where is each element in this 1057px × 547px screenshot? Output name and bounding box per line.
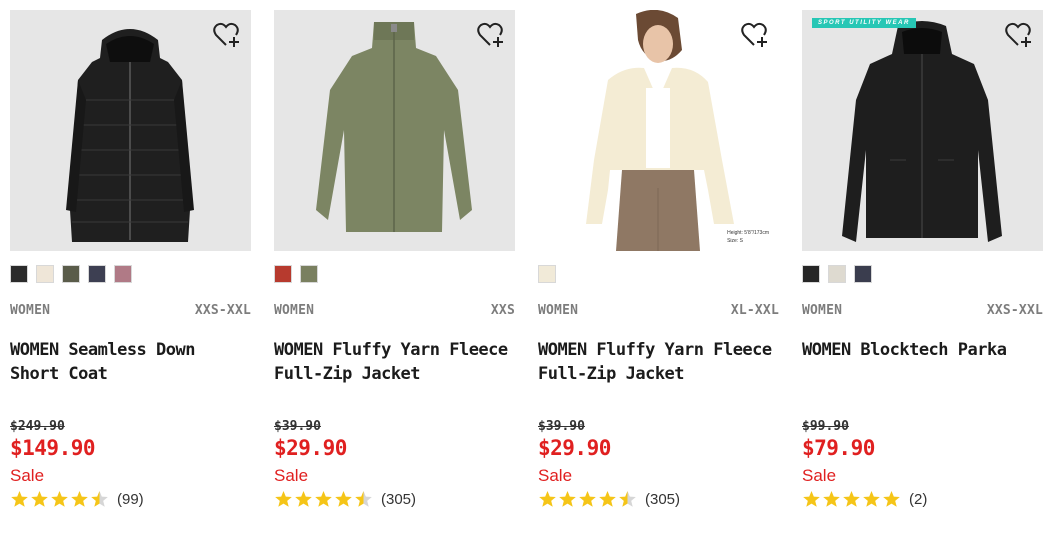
- gender-label: WOMEN: [10, 303, 51, 318]
- sale-label: Sale: [274, 466, 309, 485]
- heart-plus-icon[interactable]: [477, 22, 505, 48]
- review-count[interactable]: (305): [645, 491, 680, 508]
- star-icon: [275, 491, 292, 507]
- size-range: XXS-XXL: [986, 303, 1043, 318]
- color-swatch[interactable]: [10, 265, 28, 283]
- star-icon: [31, 491, 48, 507]
- color-swatches: [274, 265, 515, 283]
- rating-stars: [10, 490, 109, 509]
- color-swatch[interactable]: [36, 265, 54, 283]
- model-height: Height: 5'8"/173cm: [727, 230, 769, 236]
- star-icon: [539, 491, 556, 507]
- color-swatches: [802, 265, 1043, 283]
- size-range: XL-XXL: [730, 303, 779, 318]
- sport-utility-badge: SPORT UTILITY WEAR: [812, 18, 916, 28]
- sale-price: $29.90: [274, 436, 347, 460]
- rating-stars: [274, 490, 373, 509]
- heart-plus-icon[interactable]: [213, 22, 241, 48]
- product-image[interactable]: SPORT UTILITY WEAR: [802, 10, 1043, 251]
- color-swatch[interactable]: [802, 265, 820, 283]
- color-swatch[interactable]: [88, 265, 106, 283]
- size-range: XXS-XXL: [194, 303, 251, 318]
- product-meta: WOMEN XXS-XXL: [802, 303, 1043, 318]
- product-name[interactable]: WOMEN Fluffy Yarn Fleece Full-Zip Jacket: [274, 338, 515, 410]
- color-swatch[interactable]: [300, 265, 318, 283]
- product-rating: (305): [274, 490, 515, 509]
- color-swatch[interactable]: [828, 265, 846, 283]
- star-icon: [843, 491, 860, 507]
- color-swatch[interactable]: [62, 265, 80, 283]
- product-image[interactable]: Height: 5'8"/173cm Size: S: [538, 10, 779, 251]
- star-icon: [295, 491, 312, 507]
- star-icon: [51, 491, 68, 507]
- color-swatches: [538, 265, 779, 283]
- product-name[interactable]: WOMEN Seamless Down Short Coat: [10, 338, 251, 410]
- product-name-line: Full-Zip Jacket: [538, 364, 685, 384]
- original-price: $39.90: [274, 419, 321, 434]
- color-swatch[interactable]: [538, 265, 556, 283]
- product-image[interactable]: [274, 10, 515, 251]
- sale-label: Sale: [802, 466, 837, 485]
- rating-stars: [802, 490, 901, 509]
- sale-price: $79.90: [802, 436, 875, 460]
- product-name-line: Full-Zip Jacket: [274, 364, 421, 384]
- product-card[interactable]: Height: 5'8"/173cm Size: S WOMEN XL-XXL …: [538, 10, 779, 540]
- product-name-line: WOMEN Seamless Down: [10, 340, 195, 360]
- star-icon: [883, 491, 900, 507]
- model-size-note: Height: 5'8"/173cm Size: S: [727, 229, 769, 245]
- star-icon: [11, 491, 28, 507]
- star-icon: [579, 491, 596, 507]
- product-rating: (305): [538, 490, 779, 509]
- product-meta: WOMEN XL-XXL: [538, 303, 779, 318]
- heart-plus-icon[interactable]: [741, 22, 769, 48]
- product-rating: (2): [802, 490, 1043, 509]
- star-icon: [335, 491, 352, 507]
- star-icon: [823, 491, 840, 507]
- color-swatches: [10, 265, 251, 283]
- product-meta: WOMEN XXS-XXL: [10, 303, 251, 318]
- product-name-line: WOMEN Fluffy Yarn Fleece: [538, 340, 772, 360]
- sale-price: $29.90: [538, 436, 611, 460]
- heart-plus-icon[interactable]: [1005, 22, 1033, 48]
- color-swatch[interactable]: [854, 265, 872, 283]
- review-count[interactable]: (99): [117, 491, 144, 508]
- product-name-line: WOMEN Blocktech Parka: [802, 340, 1007, 360]
- product-name-line: Short Coat: [10, 364, 108, 384]
- product-card[interactable]: SPORT UTILITY WEAR WOMEN XXS-XXL WOMEN B…: [802, 10, 1043, 540]
- product-card[interactable]: WOMEN XXS-XXL WOMEN Seamless Down Short …: [10, 10, 251, 540]
- product-name[interactable]: WOMEN Blocktech Parka: [802, 338, 1043, 410]
- original-price: $99.90: [802, 419, 849, 434]
- product-name-line: WOMEN Fluffy Yarn Fleece: [274, 340, 508, 360]
- star-icon: [91, 491, 108, 507]
- review-count[interactable]: (2): [909, 491, 927, 508]
- rating-stars: [538, 490, 637, 509]
- star-icon: [355, 491, 372, 507]
- original-price: $249.90: [10, 419, 65, 434]
- star-icon: [863, 491, 880, 507]
- color-swatch[interactable]: [274, 265, 292, 283]
- star-icon: [71, 491, 88, 507]
- product-image[interactable]: [10, 10, 251, 251]
- sale-label: Sale: [10, 466, 45, 485]
- product-rating: (99): [10, 490, 251, 509]
- size-range: XXS: [490, 303, 515, 318]
- product-meta: WOMEN XXS: [274, 303, 515, 318]
- star-icon: [803, 491, 820, 507]
- color-swatch[interactable]: [114, 265, 132, 283]
- gender-label: WOMEN: [802, 303, 843, 318]
- original-price: $39.90: [538, 419, 585, 434]
- star-icon: [599, 491, 616, 507]
- gender-label: WOMEN: [538, 303, 579, 318]
- sale-price: $149.90: [10, 436, 96, 460]
- gender-label: WOMEN: [274, 303, 315, 318]
- product-grid: WOMEN XXS-XXL WOMEN Seamless Down Short …: [10, 10, 1043, 540]
- star-icon: [619, 491, 636, 507]
- star-icon: [315, 491, 332, 507]
- sale-label: Sale: [538, 466, 573, 485]
- star-icon: [559, 491, 576, 507]
- product-card[interactable]: WOMEN XXS WOMEN Fluffy Yarn Fleece Full-…: [274, 10, 515, 540]
- review-count[interactable]: (305): [381, 491, 416, 508]
- model-size: Size: S: [727, 238, 743, 244]
- product-name[interactable]: WOMEN Fluffy Yarn Fleece Full-Zip Jacket: [538, 338, 779, 410]
